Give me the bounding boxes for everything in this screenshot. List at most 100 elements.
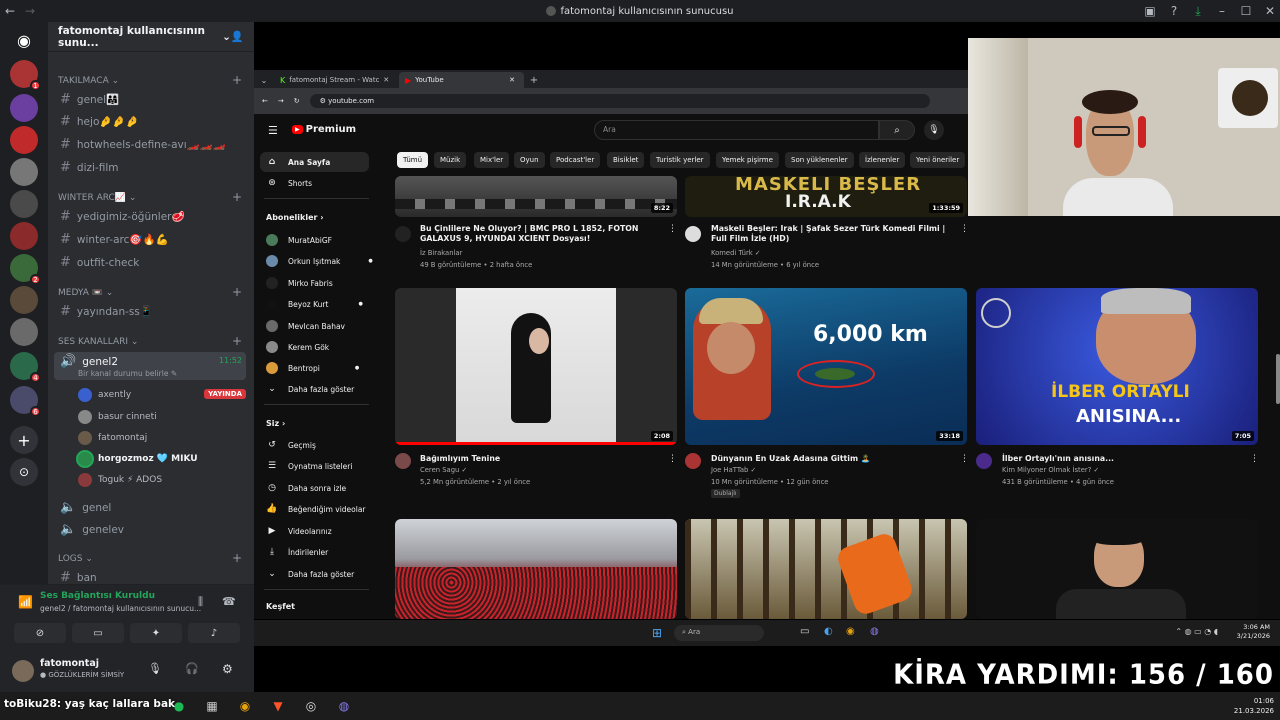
voice-channel-genelev[interactable]: 🔈 genelev	[60, 522, 124, 537]
more-vertical-icon[interactable]: ⋮	[960, 224, 969, 234]
channel-hejo[interactable]: # hejo🤌🤌🤌	[60, 114, 139, 129]
server-icon-8[interactable]	[10, 286, 38, 314]
more-vertical-icon[interactable]: ⋮	[960, 454, 969, 464]
channel-genel[interactable]: # genel👨‍👩‍👧	[60, 92, 119, 107]
reload-icon[interactable]: ↻	[294, 97, 300, 105]
chip-tourism[interactable]: Turistik yerler	[650, 152, 710, 168]
chrome-icon[interactable]: ◉	[234, 695, 256, 717]
obs-icon[interactable]: ◎	[300, 695, 322, 717]
sidebar-playlists[interactable]: ☰ Oynatma listeleri	[266, 461, 352, 471]
tab-search-icon[interactable]: ⌄	[254, 72, 274, 88]
search-icon[interactable]: ⌕	[879, 120, 915, 140]
close-icon[interactable]: ✕	[1260, 1, 1280, 21]
voice-connected-sub[interactable]: genel2 / fatomontaj kullanıcısının sunuc…	[40, 604, 201, 613]
server-icon-7[interactable]: 2	[10, 254, 41, 285]
more-vertical-icon[interactable]: ⋮	[668, 454, 677, 464]
sub-item[interactable]: Mirko Fabris	[266, 277, 333, 289]
brave-icon[interactable]: ▼	[267, 695, 289, 717]
chip-gaming[interactable]: Oyun	[514, 152, 545, 168]
channel-hotwheels[interactable]: # hotwheels-define-avı🏎️🏎️🏎️	[60, 137, 226, 152]
channel-outfit[interactable]: # outfit-check	[60, 255, 139, 270]
explore-icon[interactable]: ⊙	[10, 458, 38, 486]
chip-mixes[interactable]: Mix'ler	[474, 152, 510, 168]
server-icon-5[interactable]	[10, 190, 38, 218]
server-icon-2[interactable]	[10, 94, 38, 122]
noise-icon[interactable]: ⫼	[198, 595, 203, 609]
add-channel-icon[interactable]: +	[232, 551, 242, 565]
sidebar-downloads[interactable]: ⤓ İndirilenler	[266, 547, 328, 557]
sub-item[interactable]: Bentropi ●	[266, 362, 359, 374]
browser-tab-stream[interactable]: Kfatomontaj Stream - Watch Live✕	[274, 72, 399, 88]
category-logs[interactable]: LOGS ⌄	[58, 554, 93, 564]
settings-gear-icon[interactable]: ⚙	[222, 662, 233, 676]
discord-icon[interactable]: ◍	[333, 695, 355, 717]
video-title[interactable]: Dünyanın En Uzak Adasına Gittim 🏝️	[711, 454, 956, 464]
headphones-icon[interactable]: 🎧	[185, 662, 199, 675]
video-channel[interactable]: Kim Milyoner Olmak İster? ✓	[1002, 466, 1099, 474]
chip-podcasts[interactable]: Podcast'ler	[550, 152, 601, 168]
chip-cycling[interactable]: Bisiklet	[607, 152, 645, 168]
address-bar[interactable]: ⚙ youtube.com	[309, 94, 930, 108]
soundboard-button[interactable]: ♪	[188, 623, 240, 643]
calculator-icon[interactable]: ▦	[201, 695, 223, 717]
video-title[interactable]: Bu Çinlilere Ne Oluyor? | BMC PRO L 1852…	[420, 224, 665, 244]
sidebar-more[interactable]: ⌄ Daha fazla göster	[266, 569, 354, 579]
sidebar-liked[interactable]: 👍 Beğendiğim videolar	[266, 504, 365, 514]
explore-heading[interactable]: Keşfet	[266, 602, 295, 611]
maximize-icon[interactable]: ☐	[1236, 1, 1256, 21]
avatar[interactable]	[12, 660, 34, 682]
sidebar-home[interactable]: ⌂ Ana Sayfa	[266, 157, 331, 167]
spotify-icon[interactable]: ●	[168, 695, 190, 717]
channel-yayindan[interactable]: # yayından-ss📱	[60, 304, 153, 319]
voice-user[interactable]: basur cinneti	[78, 410, 157, 424]
video-thumbnail[interactable]: 8:22	[395, 176, 677, 217]
disconnect-icon[interactable]: ☎	[222, 595, 236, 608]
channel-avatar[interactable]	[685, 453, 701, 469]
server-icon-11[interactable]: 6	[10, 386, 41, 417]
sub-item[interactable]: Kerem Gök	[266, 341, 329, 353]
video-thumbnail[interactable]: MASKELİ BEŞLER I.R.A.K 1:33:59	[685, 176, 967, 217]
video-thumbnail[interactable]	[685, 519, 967, 619]
signal-icon[interactable]: 📶	[18, 595, 33, 609]
add-member-icon[interactable]: 👤	[231, 30, 244, 43]
category-winter[interactable]: WINTER ARC📈 ⌄	[58, 193, 136, 203]
sub-item[interactable]: Mevlcan Bahav	[266, 320, 345, 332]
video-thumbnail[interactable]: İLBER ORTAYLI ANISINA... 7:05	[976, 288, 1258, 445]
voice-user[interactable]: horgozmoz 🩵 MIKU	[78, 452, 198, 466]
browser-tab-youtube[interactable]: ▶ YouTube ✕	[399, 72, 524, 88]
download-icon[interactable]: ⤓	[1188, 1, 1208, 21]
chip-new[interactable]: Yeni öneriler	[910, 152, 966, 168]
video-thumbnail[interactable]: 2:08	[395, 288, 677, 445]
video-title[interactable]: Bağımlıyım Tenine	[420, 454, 665, 464]
server-icon-9[interactable]	[10, 318, 38, 346]
channel-avatar[interactable]	[395, 226, 411, 242]
video-thumbnail[interactable]	[976, 519, 1258, 619]
channel-winter[interactable]: # winter-arc🎯🔥💪	[60, 232, 169, 247]
add-channel-icon[interactable]: +	[232, 190, 242, 204]
channel-avatar[interactable]	[976, 453, 992, 469]
sub-item[interactable]: MuratAbiGF	[266, 234, 332, 246]
voice-user[interactable]: Toguk ⚡ ADOS	[78, 473, 162, 487]
channel-dizi[interactable]: # dizi-film	[60, 160, 118, 175]
more-vertical-icon[interactable]: ⋮	[1250, 454, 1259, 464]
activities-button[interactable]: ✦	[130, 623, 182, 643]
video-channel[interactable]: İz Birakanlar	[420, 249, 462, 257]
channel-avatar[interactable]	[395, 453, 411, 469]
category-takilmaca[interactable]: TAKILMACA ⌄	[58, 76, 119, 86]
add-channel-icon[interactable]: +	[232, 334, 242, 348]
sidebar-watch-later[interactable]: ◷ Daha sonra izle	[266, 483, 346, 493]
you-heading[interactable]: Siz ›	[266, 419, 285, 428]
sidebar-shorts[interactable]: ⊛ Shorts	[266, 178, 312, 188]
add-channel-icon[interactable]: +	[232, 285, 242, 299]
channel-avatar[interactable]	[685, 226, 701, 242]
sidebar-history[interactable]: ↺ Geçmiş	[266, 440, 316, 450]
video-title[interactable]: İlber Ortaylı'nın anısına...	[1002, 454, 1247, 464]
sub-item[interactable]: Beyoz Kurt ●	[266, 298, 363, 310]
server-icon-6[interactable]	[10, 222, 38, 250]
close-tab-icon[interactable]: ✕	[509, 76, 515, 84]
video-thumbnail[interactable]	[395, 519, 677, 619]
video-channel[interactable]: Joe HaTTab ✓	[711, 466, 756, 474]
sidebar-your-videos[interactable]: ▶ Videolarınız	[266, 526, 332, 536]
category-ses[interactable]: Ses Kanalları ⌄	[58, 337, 138, 347]
add-server-icon[interactable]: +	[10, 426, 38, 454]
